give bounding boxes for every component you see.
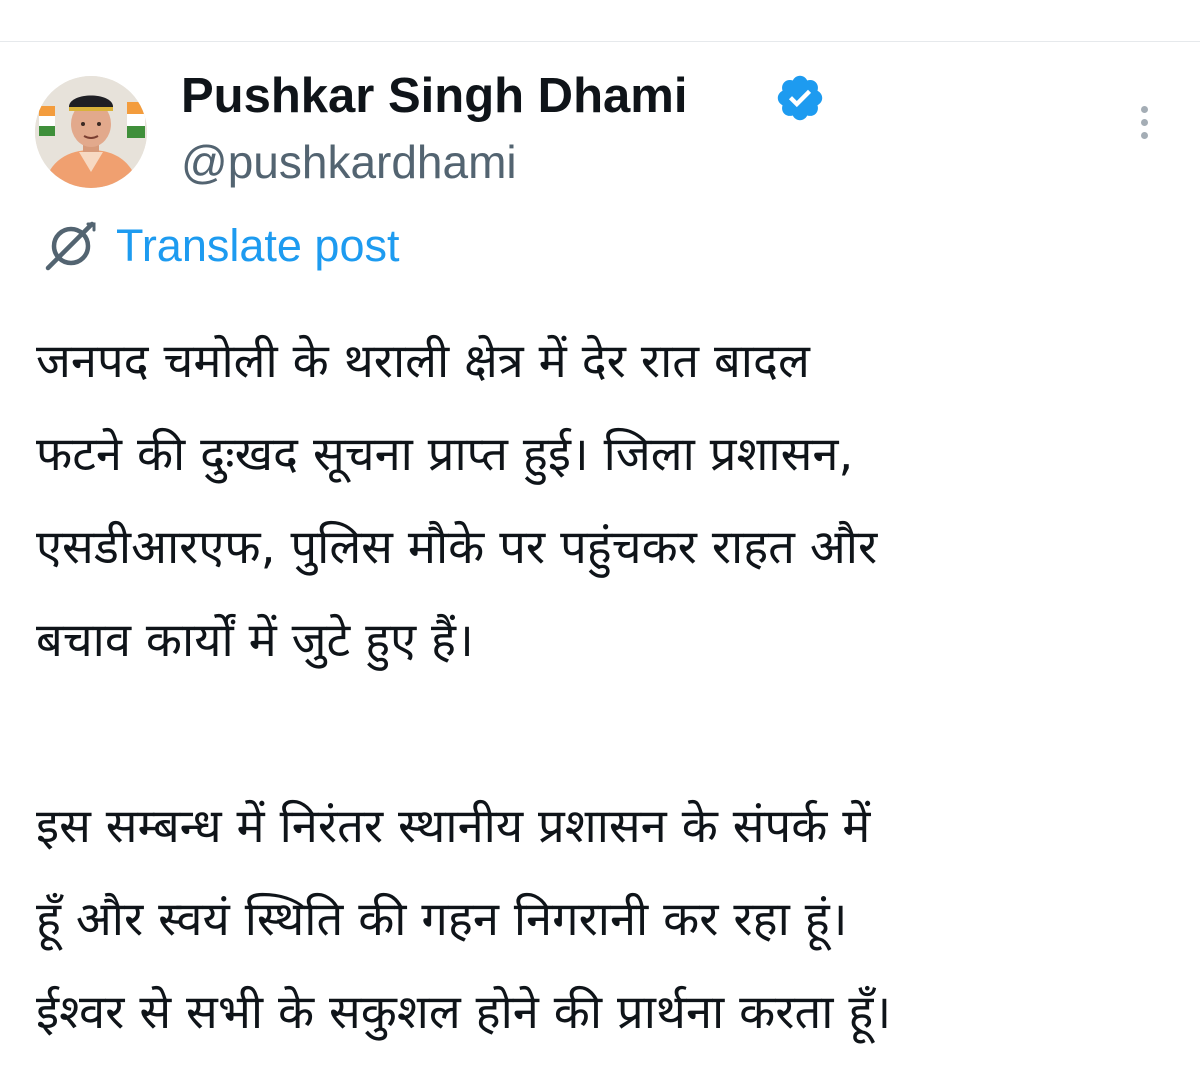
translate-post-label: Translate post [116,220,400,271]
tweet-text-line: हूँ और स्वयं स्थिति की गहन निगरानी कर रह… [36,892,848,947]
avatar[interactable] [35,76,147,188]
author-display-name[interactable]: Pushkar Singh Dhami [181,66,687,126]
translate-post-button[interactable]: Translate post [42,218,399,274]
tweet-text-line: एसडीआरएफ, पुलिस मौके पर पहुंचकर राहत और [36,520,878,575]
vertical-ellipsis-icon [1140,105,1148,113]
tweet-text-line: बचाव कार्यों में जुटे हुए हैं। [36,613,474,668]
verified-badge-icon [777,75,823,121]
tweet-text: जनपद चमोली के थराली क्षेत्र में देर रात … [36,315,1176,1059]
vertical-ellipsis-dot [1140,118,1148,126]
globe-slash-icon [45,221,96,271]
tweet-text-line: ईश्वर से सभी के सकुशल होने की प्रार्थना … [36,985,892,1040]
tweet-text-line: फटने की दुःखद सूचना प्राप्त हुई। जिला प्… [36,427,854,482]
author-handle[interactable]: @pushkardhami [181,133,517,191]
tweet-text-line: जनपद चमोली के थराली क्षेत्र में देर रात … [36,334,810,389]
tweet-text-line: इस सम्बन्ध में निरंतर स्थानीय प्रशासन के… [36,799,871,854]
avatar-photo [35,76,147,188]
top-divider [0,41,1200,42]
vertical-ellipsis-dot [1140,131,1148,139]
more-options-button[interactable] [1128,100,1160,144]
